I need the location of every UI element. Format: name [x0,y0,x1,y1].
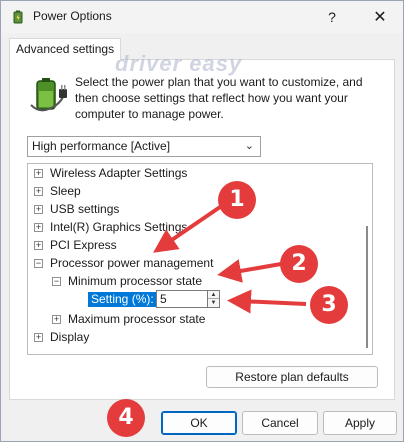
spin-down-icon[interactable]: ▼ [208,299,219,307]
expand-icon[interactable]: + [34,205,43,214]
apply-button[interactable]: Apply [323,411,397,435]
tree-item-display[interactable]: + Display [34,328,89,346]
expand-icon[interactable]: + [34,223,43,232]
setting-spinner[interactable]: ▲ ▼ [208,290,220,308]
setting-percent-label: Setting (%): [88,292,157,307]
power-plan-select[interactable]: High performance [Active] ⌄ [27,136,261,157]
tree-item-label: Maximum processor state [68,312,206,326]
tree-item-label: Processor power management [50,256,214,270]
power-plan-select-value: High performance [Active] [32,139,171,153]
ok-button[interactable]: OK [161,411,237,435]
window-title: Power Options [33,9,112,23]
tree-item-pci-express[interactable]: + PCI Express [34,236,117,254]
cancel-button[interactable]: Cancel [242,411,318,435]
expand-icon[interactable]: + [52,315,61,324]
intro-text: Select the power plan that you want to c… [75,75,363,121]
tree-item-label: Intel(R) Graphics Settings [50,220,188,234]
tree-item-maximum-processor-state[interactable]: + Maximum processor state [52,310,205,328]
title-bar: Power Options ? ✕ [1,1,403,33]
close-button[interactable]: ✕ [357,1,403,33]
expand-icon[interactable]: + [34,169,43,178]
annotation-marker-1: 1 [218,181,256,219]
tree-scrollbar-thumb[interactable] [366,226,368,348]
help-button[interactable]: ? [309,1,355,33]
tree-item-label: USB settings [50,202,120,216]
tree-item-wireless-adapter-settings[interactable]: + Wireless Adapter Settings [34,164,187,182]
chevron-down-icon: ⌄ [244,140,254,152]
tree-item-processor-power-management[interactable]: − Processor power management [34,254,213,272]
tree-item-label: PCI Express [50,238,117,252]
tree-item-label: Wireless Adapter Settings [50,166,188,180]
annotation-marker-3: 3 [310,286,348,324]
expand-icon[interactable]: + [34,241,43,250]
tree-item-label: Sleep [50,184,81,198]
tree-item-sleep[interactable]: + Sleep [34,182,81,200]
power-options-app-icon [13,10,23,24]
annotation-marker-2: 2 [280,245,318,283]
tree-item-usb-settings[interactable]: + USB settings [34,200,119,218]
collapse-icon[interactable]: − [52,277,61,286]
tree-item-label: Display [50,330,90,344]
settings-tree[interactable]: + Wireless Adapter Settings + Sleep + US… [27,163,373,355]
expand-icon[interactable]: + [34,333,43,342]
setting-percent-input[interactable]: 5 [156,290,208,308]
tree-item-label: Minimum processor state [68,274,203,288]
power-options-dialog: Power Options ? ✕ Advanced settings driv… [0,0,404,442]
battery-plug-icon [30,78,67,112]
spin-up-icon[interactable]: ▲ [208,291,219,299]
expand-icon[interactable]: + [34,187,43,196]
tree-item-minimum-processor-state[interactable]: − Minimum processor state [52,272,202,290]
tree-item-intel-graphics-settings[interactable]: + Intel(R) Graphics Settings [34,218,187,236]
annotation-marker-4: 4 [107,399,145,437]
restore-plan-defaults-button[interactable]: Restore plan defaults [206,366,378,388]
collapse-icon[interactable]: − [34,259,43,268]
tab-advanced-settings[interactable]: Advanced settings [9,38,122,60]
